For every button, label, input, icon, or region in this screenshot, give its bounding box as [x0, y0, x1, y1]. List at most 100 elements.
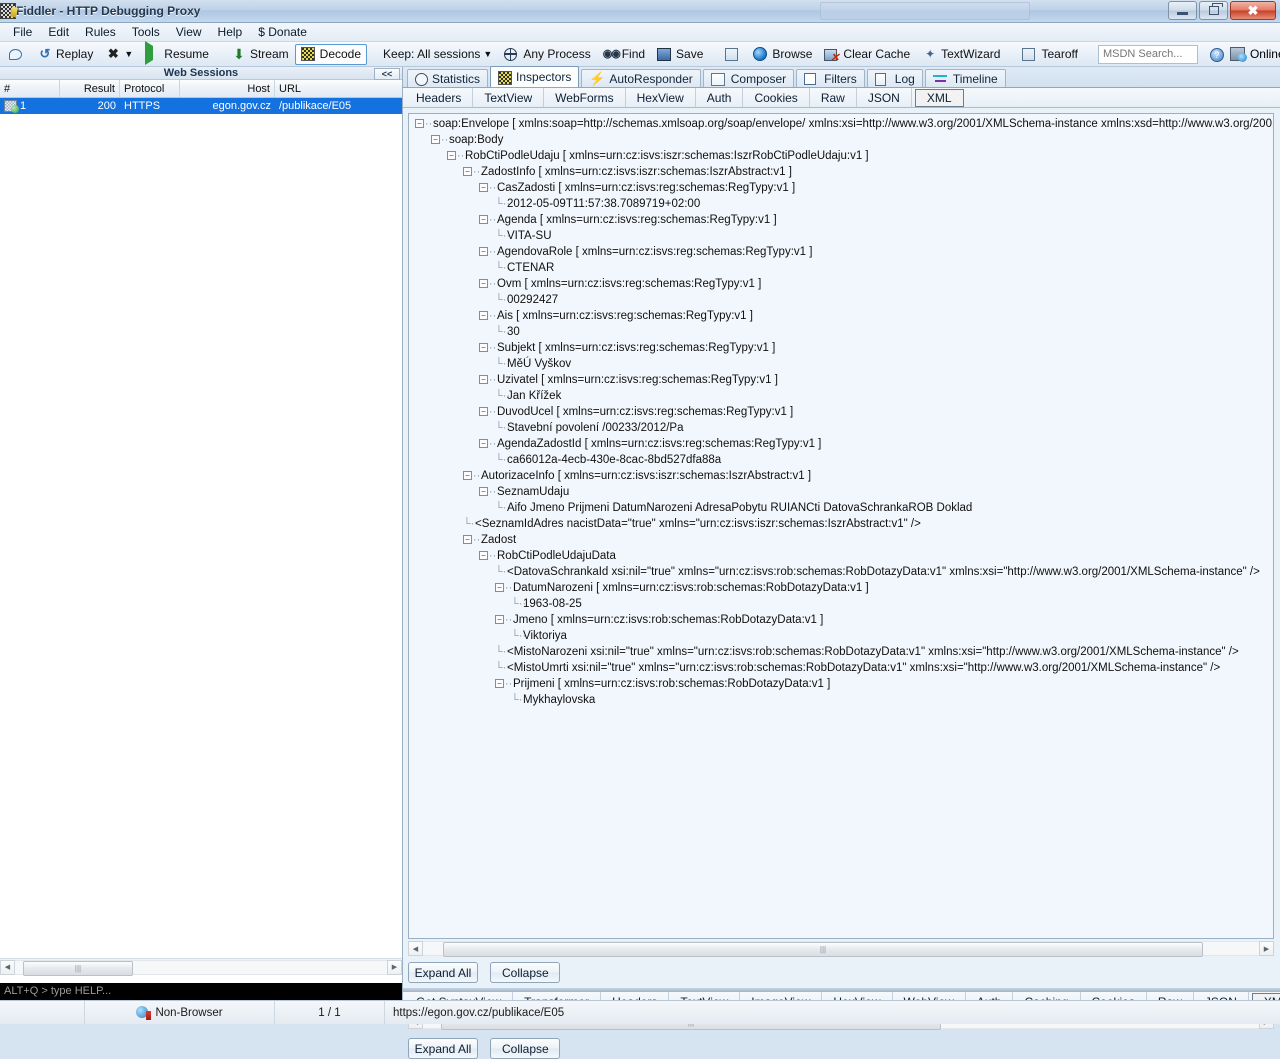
xml-tree-row[interactable]: └··<MistoNarozeni xsi:nil="true" xmlns="…: [409, 644, 1273, 660]
comment-button[interactable]: [3, 44, 31, 65]
xml-tree-row[interactable]: └··MěÚ Vyškov: [409, 356, 1273, 372]
scroll-right-arrow-icon[interactable]: ▶: [1259, 941, 1274, 956]
request-tab-textview[interactable]: TextView: [473, 88, 545, 107]
xml-tree-row[interactable]: − ··DatumNarozeni [ xmlns=urn:cz:isvs:rob…: [409, 580, 1273, 596]
help-button[interactable]: ?: [1204, 44, 1230, 65]
tree-expander-minus-icon[interactable]: −: [479, 406, 488, 416]
request-expand-all-button[interactable]: Expand All: [408, 962, 478, 983]
keep-sessions-dropdown[interactable]: Keep: All sessions ▼: [377, 44, 498, 65]
msdn-search-input[interactable]: [1097, 44, 1198, 64]
find-button[interactable]: ◉◉ Find: [597, 44, 651, 65]
tree-expander-minus-icon[interactable]: −: [495, 582, 504, 592]
response-expand-all-button[interactable]: Expand All: [408, 1038, 478, 1059]
tree-expander-minus-icon[interactable]: −: [479, 246, 488, 256]
tree-expander-minus-icon[interactable]: −: [447, 150, 456, 160]
tab-composer[interactable]: Composer: [702, 69, 795, 87]
column-header-protocol[interactable]: Protocol: [120, 80, 180, 97]
response-collapse-button[interactable]: Collapse: [490, 1038, 561, 1059]
tree-expander-minus-icon[interactable]: −: [479, 342, 488, 352]
any-process-button[interactable]: Any Process: [498, 44, 596, 65]
save-button[interactable]: Save: [651, 44, 709, 65]
scroll-left-arrow-icon[interactable]: ◀: [0, 959, 15, 975]
xml-tree-row[interactable]: └··Aifo Jmeno Prijmeni DatumNarozeni Adr…: [409, 500, 1273, 516]
request-tab-auth[interactable]: Auth: [696, 88, 744, 107]
sessions-scroll-thumb[interactable]: |||: [23, 960, 133, 976]
request-tab-hexview[interactable]: HexView: [626, 88, 696, 107]
column-header-url[interactable]: URL: [275, 80, 402, 97]
xml-tree-row[interactable]: − ··Zadost: [409, 532, 1273, 548]
xml-tree-row[interactable]: └··CTENAR: [409, 260, 1273, 276]
xml-tree-row[interactable]: − ··Jmeno [ xmlns=urn:cz:isvs:rob:schemas…: [409, 612, 1273, 628]
request-tab-json[interactable]: JSON: [857, 88, 912, 107]
xml-tree-row[interactable]: − ··soap:Body: [409, 132, 1273, 148]
tree-expander-minus-icon[interactable]: −: [463, 470, 472, 480]
xml-tree-row[interactable]: − ··AgendaZadostId [ xmlns=urn:cz:isvs:re…: [409, 436, 1273, 452]
tree-expander-minus-icon[interactable]: −: [463, 166, 472, 176]
browser-filter-cell[interactable]: Non-Browser: [85, 1001, 275, 1024]
xml-tree-row[interactable]: − ··CasZadosti [ xmlns=urn:cz:isvs:reg:sc…: [409, 180, 1273, 196]
request-scroll-thumb[interactable]: |||: [443, 942, 1203, 957]
xml-tree-row[interactable]: └··Jan Křížek: [409, 388, 1273, 404]
tab-log[interactable]: Log: [866, 69, 923, 87]
xml-tree-row[interactable]: − ··Ovm [ xmlns=urn:cz:isvs:reg:schemas:R…: [409, 276, 1273, 292]
stream-button[interactable]: ⬇ Stream: [225, 44, 295, 65]
xml-tree-row[interactable]: − ··AgendovaRole [ xmlns=urn:cz:isvs:reg:…: [409, 244, 1273, 260]
xml-tree-row[interactable]: └··VITA-SU: [409, 228, 1273, 244]
tree-expander-minus-icon[interactable]: −: [495, 614, 504, 624]
tab-autoresponder[interactable]: ⚡ AutoResponder: [581, 69, 701, 87]
request-scroll-track[interactable]: |||: [423, 941, 1259, 957]
screenshot-button[interactable]: [719, 44, 747, 65]
menu-tools[interactable]: Tools: [124, 23, 168, 41]
tree-expander-minus-icon[interactable]: −: [431, 134, 440, 144]
request-tab-headers[interactable]: Headers: [405, 88, 474, 107]
close-button[interactable]: ✖: [1230, 1, 1276, 20]
tree-expander-minus-icon[interactable]: −: [479, 486, 488, 496]
xml-tree-row[interactable]: − ··Agenda [ xmlns=urn:cz:isvs:reg:schema…: [409, 212, 1273, 228]
sessions-horizontal-scrollbar[interactable]: ◀ ||| ▶: [0, 958, 402, 976]
xml-tree-row[interactable]: − ··AutorizaceInfo [ xmlns=urn:cz:isvs:is…: [409, 468, 1273, 484]
request-tab-xml[interactable]: XML: [914, 88, 964, 107]
replay-button[interactable]: ↺ Replay: [31, 44, 99, 65]
request-tab-webforms[interactable]: WebForms: [544, 88, 626, 107]
text-wizard-button[interactable]: ✦ TextWizard: [916, 44, 1006, 65]
minimize-button[interactable]: [1168, 1, 1197, 20]
xml-tree-row[interactable]: − ··RobCtiPodleUdaju [ xmlns=urn:cz:isvs:…: [409, 148, 1273, 164]
request-collapse-button[interactable]: Collapse: [490, 962, 561, 983]
table-row[interactable]: 1 200 HTTPS egon.gov.cz /publikace/E05: [0, 98, 402, 114]
xml-tree-row[interactable]: − ··Ais [ xmlns=urn:cz:isvs:reg:schemas:R…: [409, 308, 1273, 324]
tree-expander-minus-icon[interactable]: −: [479, 278, 488, 288]
xml-tree-row[interactable]: └··<MistoUmrti xsi:nil="true" xmlns="urn…: [409, 660, 1273, 676]
xml-tree-row[interactable]: − ··SeznamUdaju: [409, 484, 1273, 500]
resume-button[interactable]: Resume: [139, 41, 215, 65]
column-header-num[interactable]: #: [0, 80, 60, 97]
tab-statistics[interactable]: Statistics: [407, 69, 489, 87]
request-xml-tree-view[interactable]: − ··soap:Envelope [ xmlns:soap=http://sch…: [408, 113, 1274, 939]
tree-expander-minus-icon[interactable]: −: [479, 374, 488, 384]
xml-tree-row[interactable]: └··<SeznamIdAdres nacistData="true" xmln…: [409, 516, 1273, 532]
xml-tree-row[interactable]: └··00292427: [409, 292, 1273, 308]
xml-tree-row[interactable]: └··Mykhaylovska: [409, 692, 1273, 708]
tab-filters[interactable]: Filters: [796, 69, 865, 87]
tree-expander-minus-icon[interactable]: −: [495, 678, 504, 688]
xml-tree-row[interactable]: − ··ZadostInfo [ xmlns=urn:cz:isvs:iszr:s…: [409, 164, 1273, 180]
menu-edit[interactable]: Edit: [40, 23, 77, 41]
menu-view[interactable]: View: [168, 23, 210, 41]
column-header-host[interactable]: Host: [180, 80, 275, 97]
remove-button[interactable]: ✖ ▼: [99, 44, 139, 65]
xml-tree-row[interactable]: − ··soap:Envelope [ xmlns:soap=http://sch…: [409, 116, 1273, 132]
menu-file[interactable]: File: [5, 23, 40, 41]
tab-inspectors[interactable]: Inspectors: [490, 66, 580, 87]
xml-tree-row[interactable]: └··2012-05-09T11:57:38.7089719+02:00: [409, 196, 1273, 212]
xml-tree-row[interactable]: − ··RobCtiPodleUdajuData: [409, 548, 1273, 564]
tree-expander-minus-icon[interactable]: −: [463, 534, 472, 544]
tree-expander-minus-icon[interactable]: −: [479, 438, 488, 448]
tree-expander-minus-icon[interactable]: −: [479, 550, 488, 560]
decode-button[interactable]: Decode: [294, 43, 368, 65]
online-status[interactable]: Online ✖: [1229, 46, 1280, 63]
quickexec-input[interactable]: ALT+Q > type HELP...: [0, 983, 402, 1000]
xml-tree-row[interactable]: └··<DatovaSchrankaId xsi:nil="true" xmln…: [409, 564, 1273, 580]
clear-cache-button[interactable]: Clear Cache: [818, 44, 916, 65]
restore-button[interactable]: [1199, 1, 1228, 20]
request-tab-raw[interactable]: Raw: [810, 88, 857, 107]
xml-tree-row[interactable]: └··ca66012a-4ecb-430e-8cac-8bd527dfa88a: [409, 452, 1273, 468]
